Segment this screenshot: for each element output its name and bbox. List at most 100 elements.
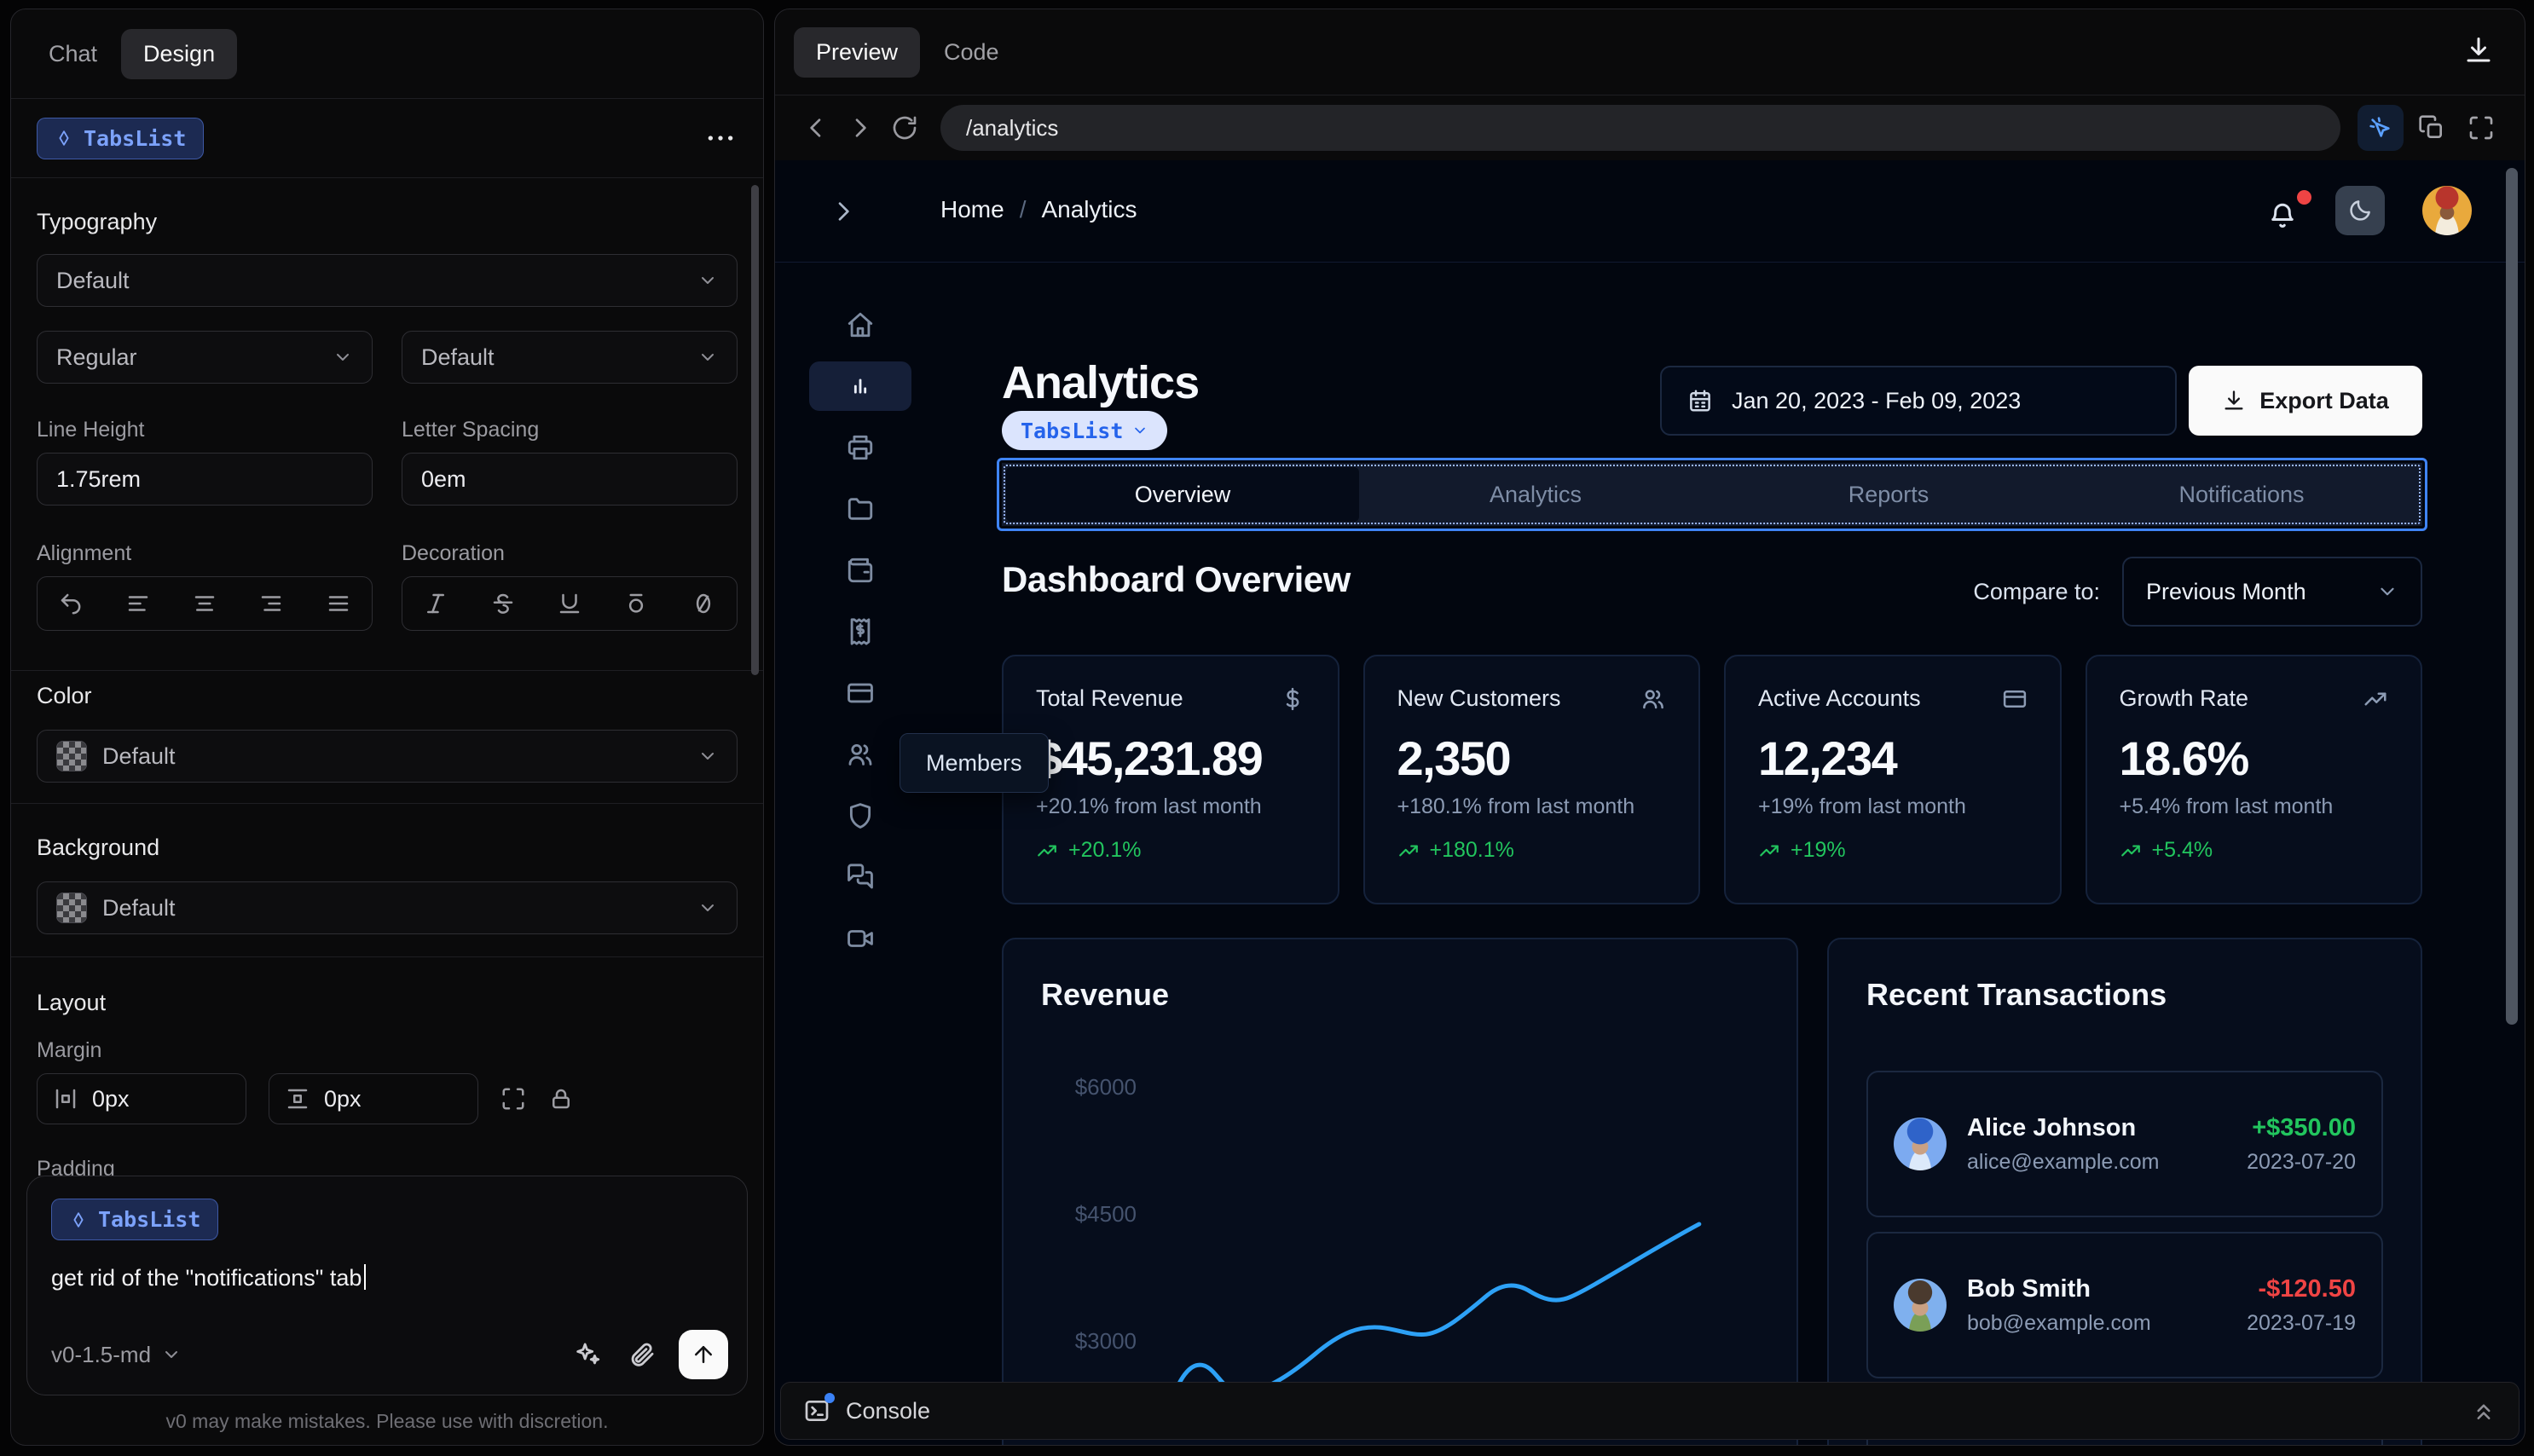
expand-values-icon[interactable] [500, 1086, 526, 1112]
attach-file-icon[interactable] [628, 1340, 657, 1369]
tab-overview[interactable]: Overview [1006, 467, 1359, 522]
transaction-row[interactable]: Bob Smith bob@example.com -$120.50 2023-… [1866, 1232, 2383, 1378]
align-right-icon[interactable] [258, 591, 284, 616]
theme-toggle-button[interactable] [2335, 186, 2385, 235]
font-size-select[interactable]: Default [402, 331, 738, 384]
margin-x-icon [53, 1086, 78, 1112]
layout-section-title: Layout [37, 990, 107, 1015]
transaction-row[interactable]: Alice Johnson alice@example.com +$350.00… [1866, 1071, 2383, 1217]
sidebar-scrollbar[interactable] [751, 185, 759, 675]
nav-forward-icon[interactable] [847, 114, 874, 142]
notifications-button[interactable] [2267, 190, 2311, 231]
strikethrough-icon[interactable] [490, 591, 516, 616]
folder-icon [846, 494, 875, 523]
letter-spacing-value: 0em [421, 465, 466, 492]
line-height-value: 1.75rem [56, 465, 142, 492]
nav-back-icon[interactable] [802, 114, 830, 142]
rail-item-reports[interactable] [809, 417, 911, 478]
undo-icon[interactable] [58, 591, 84, 616]
rail-item-video[interactable] [809, 908, 911, 969]
dollar-sign-icon [1280, 686, 1305, 712]
composer-element-chip[interactable]: TabsList [51, 1199, 219, 1240]
rail-item-home[interactable] [809, 294, 911, 355]
composer-input[interactable]: get rid of the "notifications" tab [51, 1264, 723, 1291]
tab-notifications[interactable]: Notifications [2065, 467, 2418, 522]
wallet-icon [846, 556, 875, 585]
tab-code[interactable]: Code [929, 27, 1015, 78]
tab-preview[interactable]: Preview [794, 26, 921, 78]
letter-spacing-label: Letter Spacing [402, 418, 540, 442]
tab-chat[interactable]: Chat [33, 29, 113, 79]
send-button[interactable] [679, 1330, 728, 1379]
slashed-zero-icon[interactable] [691, 591, 716, 616]
tab-analytics[interactable]: Analytics [1359, 467, 1712, 522]
transaction-email: alice@example.com [1967, 1149, 2160, 1174]
stat-value: 12,234 [1758, 731, 1898, 785]
margin-y-input[interactable]: 0px [269, 1073, 478, 1124]
overline-icon[interactable] [623, 591, 649, 616]
compare-select[interactable]: Previous Month [2122, 557, 2422, 627]
background-section-title: Background [37, 835, 160, 860]
element-menu-icon[interactable] [703, 121, 738, 155]
console-bar[interactable]: Console [780, 1382, 2520, 1440]
inspector-toggle-button[interactable] [2358, 105, 2404, 151]
dashboard-tabs-list: Overview Analytics Reports Notifications [997, 458, 2427, 531]
inspector-element-badge[interactable]: TabsList [1002, 411, 1168, 450]
italic-icon[interactable] [423, 591, 448, 616]
download-icon[interactable] [2463, 35, 2494, 66]
fullscreen-button[interactable] [2458, 105, 2504, 151]
date-range-button[interactable]: Jan 20, 2023 - Feb 09, 2023 [1660, 366, 2177, 436]
background-select[interactable]: Default [37, 881, 738, 934]
rail-item-messages[interactable] [809, 846, 911, 908]
decoration-toolbar [402, 576, 738, 631]
rail-item-invoices[interactable] [809, 601, 911, 662]
video-icon [846, 924, 875, 953]
receipt-icon [846, 617, 875, 646]
chevrons-up-icon[interactable] [2471, 1398, 2496, 1424]
color-select[interactable]: Default [37, 730, 738, 783]
tab-reports[interactable]: Reports [1712, 467, 2065, 522]
letter-spacing-input[interactable]: 0em [402, 453, 738, 506]
url-input[interactable]: /analytics [940, 105, 2340, 151]
stat-value: 2,350 [1397, 731, 1512, 785]
selected-element-chip[interactable]: TabsList [37, 117, 205, 159]
rail-item-members[interactable] [809, 724, 911, 785]
rail-item-files[interactable] [809, 478, 911, 540]
lock-values-icon[interactable] [548, 1086, 574, 1112]
margin-label: Margin [37, 1038, 102, 1062]
rail-item-wallet[interactable] [809, 540, 911, 601]
stat-subtext: +20.1% from last month [1036, 794, 1262, 818]
line-height-input[interactable]: 1.75rem [37, 453, 373, 506]
copy-button[interactable] [2409, 105, 2455, 151]
refresh-icon[interactable] [891, 114, 918, 142]
composer-text: get rid of the "notifications" tab [51, 1265, 362, 1291]
component-diamond-icon [55, 129, 73, 147]
sidebar-expand-icon[interactable] [830, 198, 857, 225]
compare-label: Compare to: [1973, 578, 2100, 604]
component-diamond-icon [69, 1210, 88, 1229]
underline-icon[interactable] [557, 591, 582, 616]
preview-navbar: /analytics [775, 95, 2525, 160]
chat-composer[interactable]: TabsList get rid of the "notifications" … [26, 1176, 748, 1395]
align-justify-icon[interactable] [326, 591, 351, 616]
avatar [1894, 1118, 1947, 1170]
breadcrumb-current: Analytics [1041, 196, 1137, 222]
console-activity-dot [824, 1393, 835, 1403]
model-select[interactable]: v0-1.5-md [51, 1342, 182, 1368]
font-weight-select[interactable]: Regular [37, 331, 373, 384]
preview-scrollbar[interactable] [2506, 168, 2518, 1025]
rail-item-cards[interactable] [809, 662, 911, 724]
export-data-button[interactable]: Export Data [2189, 366, 2422, 436]
user-avatar[interactable] [2422, 186, 2472, 235]
margin-x-input[interactable]: 0px [37, 1073, 246, 1124]
font-family-select[interactable]: Default [37, 254, 738, 307]
selected-element-row: TabsList [11, 99, 763, 178]
rail-item-security[interactable] [809, 785, 911, 846]
breadcrumb-home[interactable]: Home [940, 196, 1004, 223]
enhance-prompt-icon[interactable] [573, 1340, 602, 1369]
rail-item-analytics[interactable] [809, 361, 911, 411]
tab-design[interactable]: Design [121, 28, 238, 79]
align-left-icon[interactable] [125, 591, 151, 616]
download-icon [2222, 389, 2246, 413]
align-center-icon[interactable] [192, 591, 217, 616]
